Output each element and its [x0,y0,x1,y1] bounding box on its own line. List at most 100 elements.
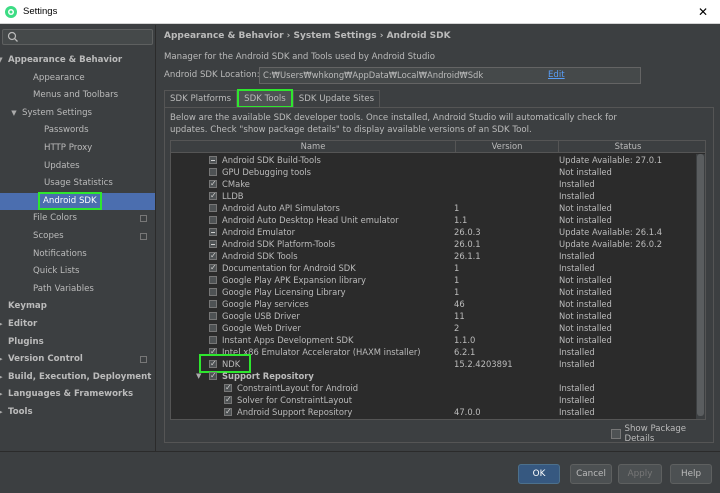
page-description: Manager for the Android SDK and Tools us… [164,52,435,62]
table-row[interactable]: Android SDK Tools 26.1.1 Installed [171,250,697,262]
collapse-arrow-icon[interactable]: ▶ [0,351,5,369]
row-checkbox[interactable] [209,204,217,212]
row-checkbox[interactable] [209,276,217,284]
sidebar-item-updates[interactable]: Updates [0,158,155,176]
sidebar-item-usage-statistics[interactable]: Usage Statistics [0,175,155,193]
row-checkbox[interactable] [209,216,217,224]
collapse-arrow-icon[interactable]: ▶ [0,316,5,334]
table-row[interactable]: Android Emulator 26.0.3 Update Available: … [171,226,697,238]
show-package-details-label: Show Package Details [624,424,687,444]
table-row[interactable]: ▼ Support Repository [171,370,697,382]
table-row[interactable]: Google Play services 46 Not installed [171,298,697,310]
table-row[interactable]: GPU Debugging tools Not installed [171,166,697,178]
table-row[interactable]: NDK15.2.4203891Installed [171,354,697,373]
sidebar-item-path-variables[interactable]: Path Variables [0,281,155,299]
sidebar-item-http-proxy[interactable]: HTTP Proxy [0,140,155,158]
collapse-arrow-icon[interactable]: ▶ [0,404,5,422]
sidebar-item-notifications[interactable]: Notifications [0,246,155,264]
help-button[interactable]: Help [670,464,712,484]
row-checkbox[interactable] [224,394,232,406]
table-row[interactable]: Documentation for Android SDK 1 Installed [171,262,697,274]
row-checkbox[interactable] [209,324,217,332]
table-row[interactable]: Solver for ConstraintLayout Installed [171,394,697,406]
sidebar-item-appearance[interactable]: Appearance [0,70,155,88]
column-header-name[interactable]: Name [171,141,456,153]
sidebar-item-version-control[interactable]: ▶Version Control [0,351,155,369]
row-version: 26.0.3 [454,227,481,237]
sidebar-item-languages-frameworks[interactable]: ▶Languages & Frameworks [0,386,155,404]
table-row[interactable]: Android SDK Platform-Tools 26.0.1 Update A… [171,238,697,250]
row-checkbox[interactable] [209,288,217,296]
row-checkbox[interactable] [209,178,217,190]
cancel-button[interactable]: Cancel [570,464,612,484]
vertical-scrollbar[interactable] [696,154,705,419]
row-checkbox[interactable] [224,406,232,418]
row-version: 47.0.0 [454,407,481,417]
row-checkbox[interactable] [209,346,217,358]
table-row[interactable]: LLDB Installed [171,190,697,202]
table-row[interactable]: Android Auto API Simulators 1 Not installe… [171,202,697,214]
show-package-details[interactable]: Show Package Details [611,424,713,444]
row-checkbox[interactable] [209,312,217,320]
close-icon[interactable]: ✕ [694,3,712,21]
sidebar-item-editor[interactable]: ▶Editor [0,316,155,334]
column-header-version[interactable]: Version [456,141,559,153]
row-checkbox[interactable] [209,262,217,274]
sidebar-item-quick-lists[interactable]: Quick Lists [0,263,155,281]
table-row[interactable]: Google Web Driver 2 Not installed [171,322,697,334]
table-row[interactable]: Google Play APK Expansion library 1 Not in… [171,274,697,286]
tab-sdk-update-sites[interactable]: SDK Update Sites [292,90,381,107]
row-version: 1 [454,275,460,285]
row-checkbox[interactable] [209,240,217,248]
sidebar-item-plugins[interactable]: Plugins [0,334,155,352]
column-header-status[interactable]: Status [559,141,697,153]
table-row[interactable]: Android SDK Build-Tools Update Available:… [171,154,697,166]
row-checkbox[interactable] [209,250,217,262]
table-row[interactable]: Google Play Licensing Library 1 Not instal… [171,286,697,298]
collapse-arrow-icon[interactable]: ▶ [0,369,5,387]
expand-arrow-icon[interactable]: ▼ [196,370,201,382]
row-version: 11 [454,311,465,321]
table-row[interactable]: Google USB Driver 11 Not installed [171,310,697,322]
sidebar-item-keymap[interactable]: Keymap [0,298,155,316]
sidebar-item-build-execution-deployment[interactable]: ▶Build, Execution, Deployment [0,369,155,387]
row-version: 26.1.1 [454,251,481,261]
edit-link[interactable]: Edit [548,70,565,80]
scrollbar-thumb[interactable] [697,154,704,416]
sidebar-item-android-sdk[interactable]: Android SDK [0,191,155,211]
table-row[interactable]: Instant Apps Development SDK 1.1.0 Not ins… [171,334,697,346]
sidebar-item-scopes[interactable]: Scopes [0,228,155,246]
tab-sdk-tools[interactable]: SDK Tools [237,89,293,108]
row-checkbox[interactable] [209,228,217,236]
table-row[interactable]: Android Support Repository 47.0.0 Installe… [171,406,697,418]
row-checkbox[interactable] [224,382,232,394]
sidebar-item-label: Usage Statistics [44,178,113,189]
row-checkbox[interactable] [209,336,217,344]
tab-sdk-platforms[interactable]: SDK Platforms [164,90,238,107]
sidebar-item-file-colors[interactable]: File Colors [0,210,155,228]
sdk-location-field[interactable]: C:₩Users₩whkong₩AppData₩Local₩Android₩Sd… [259,67,641,84]
row-checkbox[interactable] [209,190,217,202]
collapse-arrow-icon[interactable]: ▶ [0,386,5,404]
row-checkbox[interactable] [209,370,217,382]
table-row[interactable]: Intel x86 Emulator Accelerator (HAXM ins… [171,346,697,358]
row-status: Installed [559,191,595,201]
ok-button[interactable]: OK [518,464,560,484]
table-row[interactable]: CMake Installed [171,178,697,190]
sidebar-item-tools[interactable]: ▶Tools [0,404,155,422]
sidebar-item-system-settings[interactable]: ▼ System Settings [0,105,155,123]
sidebar-item-appearance-behavior[interactable]: ▼Appearance & Behavior [0,52,155,70]
expand-arrow-icon[interactable]: ▼ [0,52,5,70]
expand-arrow-icon[interactable]: ▼ [9,105,19,123]
row-checkbox[interactable] [209,156,217,164]
search-input[interactable] [2,29,153,45]
show-package-details-checkbox[interactable] [611,429,621,439]
row-name: CMake [222,179,250,189]
table-row[interactable]: ConstraintLayout for Android Installed [171,382,697,394]
row-checkbox[interactable] [209,300,217,308]
table-row[interactable]: Android Auto Desktop Head Unit emulator 1… [171,214,697,226]
apply-button[interactable]: Apply [618,464,662,484]
sidebar-item-passwords[interactable]: Passwords [0,122,155,140]
sidebar-item-menus-and-toolbars[interactable]: Menus and Toolbars [0,87,155,105]
row-checkbox[interactable] [209,168,217,176]
